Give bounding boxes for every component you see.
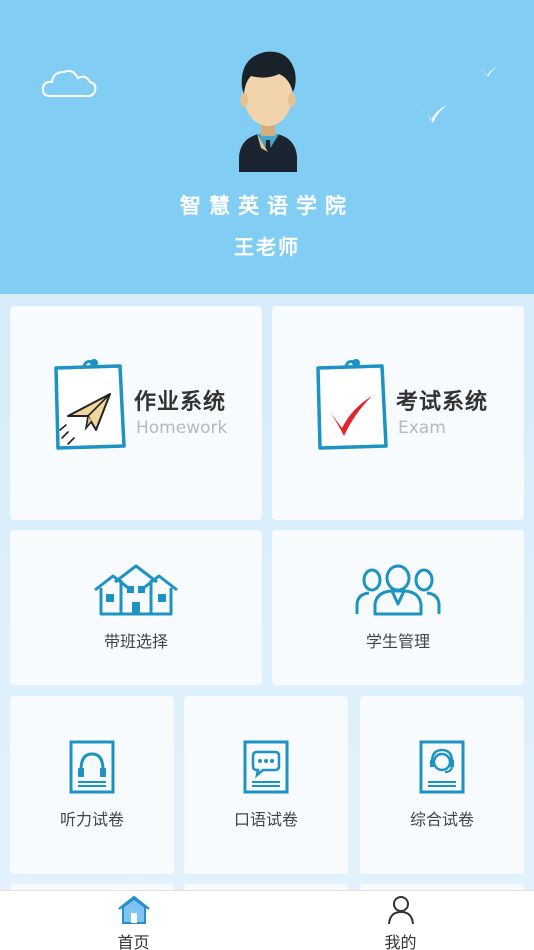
speaking-paper-card[interactable]: 口语试卷 bbox=[184, 696, 348, 874]
tab-home[interactable]: 首页 bbox=[0, 891, 267, 950]
houses-icon bbox=[94, 564, 178, 616]
tab-mine-label: 我的 bbox=[384, 933, 417, 950]
exam-subtitle: Exam bbox=[398, 418, 446, 438]
homework-system-card[interactable]: 作业系统 Homework bbox=[10, 306, 262, 520]
bird-icon bbox=[419, 105, 447, 123]
people-icon bbox=[355, 564, 441, 616]
homework-subtitle: Homework bbox=[136, 418, 228, 438]
listening-paper-label: 听力试卷 bbox=[59, 810, 124, 829]
listening-paper-card[interactable]: 听力试卷 bbox=[10, 696, 174, 874]
headphones-icon bbox=[69, 740, 115, 794]
school-name: 智慧英语学院 bbox=[180, 194, 354, 218]
exam-system-card[interactable]: 考试系统 Exam bbox=[272, 306, 524, 520]
comprehensive-paper-label: 综合试卷 bbox=[409, 810, 474, 829]
avatar bbox=[239, 51, 297, 172]
class-select-card[interactable]: 带班选择 bbox=[10, 530, 262, 685]
speech-bubble-icon bbox=[243, 740, 289, 794]
cloud-icon bbox=[41, 69, 97, 98]
headset-person-icon bbox=[419, 740, 465, 794]
student-manage-card[interactable]: 学生管理 bbox=[272, 530, 524, 685]
comprehensive-paper-card[interactable]: 综合试卷 bbox=[360, 696, 524, 874]
user-icon bbox=[387, 896, 414, 925]
paper-plane-icon bbox=[54, 359, 126, 450]
speaking-paper-label: 口语试卷 bbox=[233, 810, 298, 829]
checkmark-icon bbox=[316, 359, 388, 450]
exam-title: 考试系统 bbox=[396, 389, 489, 415]
tab-home-label: 首页 bbox=[117, 933, 150, 950]
homework-title: 作业系统 bbox=[134, 389, 227, 415]
class-select-label: 带班选择 bbox=[103, 632, 168, 651]
tab-mine[interactable]: 我的 bbox=[267, 891, 534, 950]
teacher-name: 王老师 bbox=[234, 235, 300, 259]
student-manage-label: 学生管理 bbox=[365, 632, 430, 651]
home-icon bbox=[117, 895, 150, 924]
home-grid: 作业系统 Homework 考试系统 Exam 带班选择 学生管理 听力试卷 口… bbox=[0, 294, 534, 890]
bird-icon bbox=[479, 67, 497, 77]
profile-header: 智慧英语学院 王老师 bbox=[0, 0, 534, 294]
bottom-tab-bar: 首页 我的 bbox=[0, 890, 534, 950]
